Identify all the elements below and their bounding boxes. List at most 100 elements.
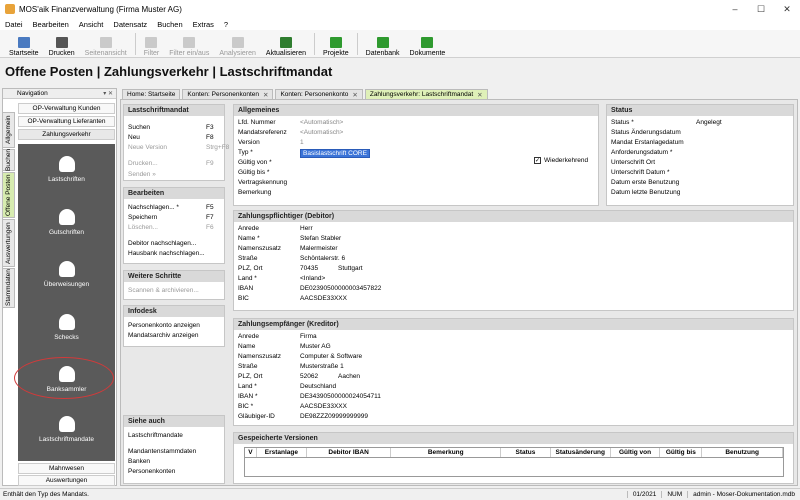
tab-3[interactable]: Zahlungsverkehr: Lastschriftmandat ✕ bbox=[364, 89, 488, 99]
action-scannen-archivieren-[interactable]: Scannen & archivieren... bbox=[128, 287, 199, 294]
maximize-button[interactable]: ☐ bbox=[748, 4, 774, 15]
link-op-lieferanten[interactable]: OP-Verwaltung Lieferanten bbox=[18, 116, 115, 127]
field-mandat-erstanlagedatum[interactable]: Mandat Erstanlagedatum bbox=[611, 139, 789, 146]
menu-item-datei[interactable]: Datei bbox=[0, 20, 28, 29]
menu-item-datensatz[interactable]: Datensatz bbox=[108, 20, 152, 29]
field-namenszusatz[interactable]: Namenszusatz Malermeister bbox=[238, 245, 789, 252]
field-g-ltig-bis-[interactable]: Gültig bis * bbox=[238, 169, 594, 176]
vtab-allgemein[interactable]: Allgemein bbox=[2, 112, 15, 148]
action-senden-[interactable]: Senden » bbox=[128, 171, 156, 178]
close-icon[interactable]: ✕ bbox=[477, 91, 482, 99]
toolbar-startseite-button[interactable]: Startseite bbox=[4, 31, 44, 57]
field-gl-ubiger-id[interactable]: Gläubiger-ID DE98ZZZ09999999999 bbox=[238, 413, 789, 420]
pin-icon[interactable]: ▾ ✕ bbox=[103, 90, 113, 97]
tab-1[interactable]: Konten: Personenkonten ✕ bbox=[182, 89, 274, 99]
vtab-auswertungen[interactable]: Auswertungen bbox=[2, 219, 15, 267]
field-stra-e[interactable]: Straße Musterstraße 1 bbox=[238, 363, 789, 370]
toolbar-drucken-button[interactable]: Drucken bbox=[44, 31, 80, 57]
action-nachschlagen-[interactable]: Nachschlagen... * F5 bbox=[128, 204, 214, 211]
toolbar-filter-ein-aus-button[interactable]: Filter ein/aus bbox=[164, 31, 214, 57]
field-unterschrift-datum-[interactable]: Unterschrift Datum * bbox=[611, 169, 789, 176]
column-header[interactable]: Gültig von bbox=[611, 448, 661, 457]
vtab-offene-posten[interactable]: Offene Posten bbox=[2, 172, 15, 218]
action-debitor-nachschlagen-[interactable]: Debitor nachschlagen... bbox=[128, 240, 196, 247]
nav-item-lastschriftmandate[interactable]: Lastschriftmandate bbox=[18, 416, 115, 443]
action-personenkonto-anzeigen[interactable]: Personenkonto anzeigen bbox=[128, 322, 200, 329]
column-header[interactable]: Benutzung bbox=[702, 448, 783, 457]
action-l-schen-[interactable]: Löschen... F6 bbox=[128, 224, 214, 231]
action-speichern[interactable]: Speichern F7 bbox=[128, 214, 214, 221]
toolbar-filter-button[interactable]: Filter bbox=[139, 31, 165, 57]
field-anrede[interactable]: Anrede Firma bbox=[238, 333, 789, 340]
field-name-[interactable]: Name * Stefan Stabler bbox=[238, 235, 789, 242]
column-header[interactable]: Bemerkung bbox=[391, 448, 502, 457]
field-stra-e[interactable]: Straße Schöntalerstr. 6 bbox=[238, 255, 789, 262]
action-suchen[interactable]: Suchen F3 bbox=[128, 124, 214, 131]
minimize-button[interactable]: – bbox=[722, 4, 748, 15]
field-plz-ort[interactable]: PLZ, Ort 70435 Stuttgart bbox=[238, 265, 789, 272]
toolbar-dokumente-button[interactable]: Dokumente bbox=[405, 31, 451, 57]
menu-item-extras[interactable]: Extras bbox=[188, 20, 219, 29]
field-unterschrift-ort[interactable]: Unterschrift Ort bbox=[611, 159, 789, 166]
tab-2[interactable]: Konten: Personenkonto ✕ bbox=[275, 89, 363, 99]
field-iban[interactable]: IBAN DE02390500000003457822 bbox=[238, 285, 789, 292]
field-datum-erste-benutzung[interactable]: Datum erste Benutzung bbox=[611, 179, 789, 186]
link-op-kunden[interactable]: OP-Verwaltung Kunden bbox=[18, 103, 115, 114]
field-lfd-nummer[interactable]: Lfd. Nummer <Automatisch> bbox=[238, 119, 594, 126]
column-header[interactable]: Statusänderung bbox=[551, 448, 611, 457]
field-anforderungsdatum-[interactable]: Anforderungsdatum * bbox=[611, 149, 789, 156]
nav-item--berweisungen[interactable]: Überweisungen bbox=[18, 261, 115, 288]
field-vertragskennung[interactable]: Vertragskennung bbox=[238, 179, 594, 186]
link-mahnwesen[interactable]: Mahnwesen bbox=[18, 463, 115, 474]
action-mandantenstammdaten[interactable]: Mandantenstammdaten bbox=[128, 448, 196, 455]
close-icon[interactable]: ✕ bbox=[352, 91, 357, 99]
action-neue-version[interactable]: Neue Version Strg+F8 bbox=[128, 144, 229, 151]
versions-table[interactable]: V Erstanlage Debitor IBAN Bemerkung Status St… bbox=[244, 447, 784, 477]
action-neu[interactable]: Neu F8 bbox=[128, 134, 214, 141]
nav-item-gutschriften[interactable]: Gutschriften bbox=[18, 209, 115, 236]
field-mandatsreferenz[interactable]: Mandatsreferenz <Automatisch> bbox=[238, 129, 594, 136]
toolbar-datenbank-button[interactable]: Datenbank bbox=[361, 31, 405, 57]
toolbar-aktualisieren-button[interactable]: Aktualisieren bbox=[261, 31, 311, 57]
action-mandatsarchiv-anzeigen[interactable]: Mandatsarchiv anzeigen bbox=[128, 332, 198, 339]
field-anrede[interactable]: Anrede Herr bbox=[238, 225, 789, 232]
field-land-[interactable]: Land * <Inland> bbox=[238, 275, 789, 282]
field-name[interactable]: Name Muster AG bbox=[238, 343, 789, 350]
field-datum-letzte-benutzung[interactable]: Datum letzte Benutzung bbox=[611, 189, 789, 196]
link-zahlungsverkehr[interactable]: Zahlungsverkehr bbox=[18, 129, 115, 140]
field-plz-ort[interactable]: PLZ, Ort 52062 Aachen bbox=[238, 373, 789, 380]
vtab-stammdaten[interactable]: Stammdaten bbox=[2, 268, 15, 308]
column-header[interactable]: Status bbox=[501, 448, 551, 457]
toolbar-seitenansicht-button[interactable]: Seitenansicht bbox=[80, 31, 132, 57]
toolbar-projekte-button[interactable]: Projekte bbox=[318, 31, 354, 57]
nav-item-lastschriften[interactable]: Lastschriften bbox=[18, 156, 115, 183]
field-land-[interactable]: Land * Deutschland bbox=[238, 383, 789, 390]
field-status-[interactable]: Status * Angelegt bbox=[611, 119, 789, 126]
field-status-nderungsdatum[interactable]: Status Änderungsdatum bbox=[611, 129, 789, 136]
tab-0[interactable]: Home: Startseite bbox=[122, 89, 181, 99]
column-header[interactable]: Debitor IBAN bbox=[307, 448, 392, 457]
field-bic[interactable]: BIC AACSDE33XXX bbox=[238, 295, 789, 302]
menu-item-ansicht[interactable]: Ansicht bbox=[74, 20, 109, 29]
link-auswertungen[interactable]: Auswertungen bbox=[18, 475, 115, 486]
column-header[interactable]: V bbox=[245, 448, 257, 457]
action-drucken-[interactable]: Drucken... F9 bbox=[128, 160, 214, 167]
field-typ-[interactable]: Typ * Basislastschrift CORE bbox=[238, 149, 594, 158]
menu-item-buchen[interactable]: Buchen bbox=[152, 20, 187, 29]
vtab-buchen[interactable]: Buchen bbox=[2, 149, 15, 171]
nav-item-schecks[interactable]: Schecks bbox=[18, 314, 115, 341]
field-bic-[interactable]: BIC * AACSDE33XXX bbox=[238, 403, 789, 410]
wiederkehrend-checkbox[interactable]: ✓ Wiederkehrend bbox=[534, 157, 604, 164]
menu-item-bearbeiten[interactable]: Bearbeiten bbox=[28, 20, 74, 29]
action-lastschriftmandate[interactable]: Lastschriftmandate bbox=[128, 432, 183, 439]
toolbar-analysieren-button[interactable]: Analysieren bbox=[214, 31, 261, 57]
action-personenkonten[interactable]: Personenkonten bbox=[128, 468, 175, 475]
field-version[interactable]: Version 1 bbox=[238, 139, 594, 146]
close-button[interactable]: ✕ bbox=[774, 4, 800, 15]
close-icon[interactable]: ✕ bbox=[263, 91, 268, 99]
action-banken[interactable]: Banken bbox=[128, 458, 150, 465]
action-hausbank-nachschlagen-[interactable]: Hausbank nachschlagen... bbox=[128, 250, 205, 257]
column-header[interactable]: Erstanlage bbox=[257, 448, 307, 457]
field-bemerkung[interactable]: Bemerkung bbox=[238, 189, 594, 196]
field-iban-[interactable]: IBAN * DE34390500000024054711 bbox=[238, 393, 789, 400]
